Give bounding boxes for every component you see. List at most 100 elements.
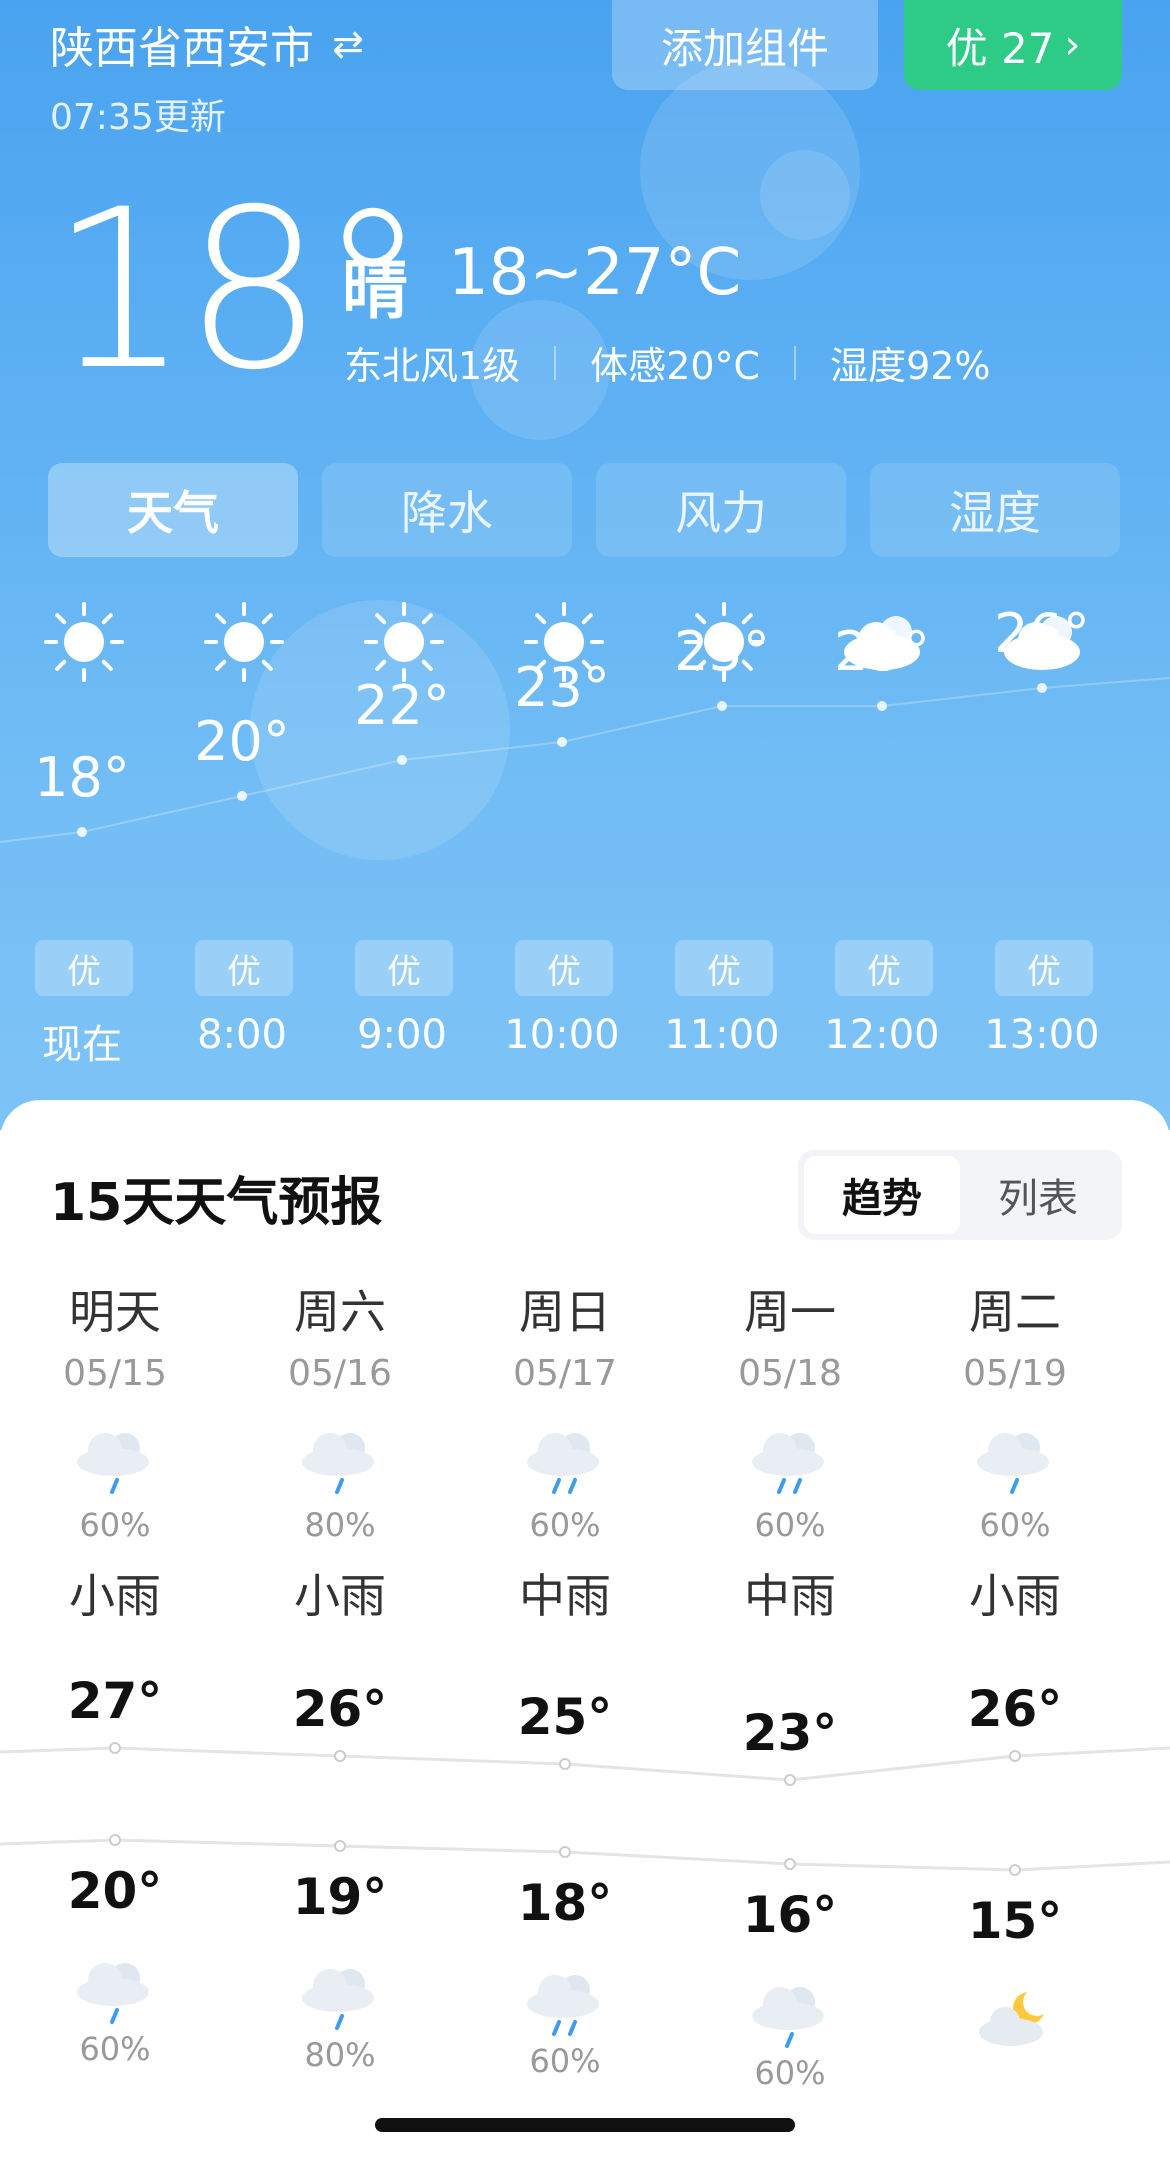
weather-app: 陕西省西安市 ⇄ 07:35更新 添加组件 优 27 › 18° 晴 18~27… [0,0,1170,2162]
night-precip-chance: 60% [529,2042,601,2080]
hourly-time: 11:00 [664,1012,780,1058]
aqi-badge: 优 [195,940,293,996]
day-date: 05/15 [63,1353,167,1394]
day-condition: 小雨 [69,1569,161,1623]
hourly-temp: 26° [994,602,1090,665]
aqi-label: 优 27 [945,23,1055,73]
high-dot [559,1758,571,1770]
light-rain-icon [748,1976,832,2050]
weather-details: 东北风1级 体感20°C 湿度92% [344,335,991,390]
sun-icon [42,600,126,684]
precip-chance: 60% [529,1506,601,1544]
high-dot [109,1742,121,1754]
tab-weather[interactable]: 天气 [48,463,298,557]
day-name: 周二 [969,1285,1061,1339]
temp-dot [717,701,727,711]
low-dot [784,1858,796,1870]
hourly-temp: 25° [834,620,930,683]
day-date: 05/19 [963,1353,1067,1394]
day-condition: 小雨 [969,1569,1061,1623]
location-selector[interactable]: 陕西省西安市 ⇄ [50,12,364,76]
wind-text: 东北风1级 [344,344,521,388]
precip-chance: 60% [754,1506,826,1544]
hourly-forecast[interactable]: 18° 优 现在 20° 优 8:00 22° 优 9:00 23° 优 10:… [0,600,1170,1080]
high-dot [784,1774,796,1786]
current-condition-row: 晴 18~27°C [342,236,741,332]
add-widget-button[interactable]: 添加组件 [612,0,878,90]
hourly-time: 10:00 [504,1012,620,1058]
day-item[interactable]: 周六 05/16 80% 小雨 26° 19° 80% [240,1280,440,2160]
day-condition: 中雨 [744,1569,836,1623]
aqi-badge: 优 [35,940,133,996]
light-rain-icon [73,1422,157,1496]
daily-forecast[interactable]: 明天 05/15 60% 小雨 27° 20° 60% 周六 05/16 80%… [0,1280,1170,2160]
day-item[interactable]: 周二 05/19 60% 小雨 26° 15° [915,1280,1115,2160]
moderate-rain-icon [523,1422,607,1496]
temp-dot [1037,683,1047,693]
condition-text: 晴 [342,251,408,328]
high-temp: 27° [67,1672,163,1730]
trend-toggle[interactable]: 趋势 [804,1156,960,1234]
high-temp: 26° [967,1680,1063,1738]
hourly-time: 12:00 [824,1012,940,1058]
precip-chance: 60% [979,1506,1051,1544]
tab-humidity[interactable]: 湿度 [870,463,1120,557]
moderate-rain-icon [748,1422,832,1496]
tab-wind[interactable]: 风力 [596,463,846,557]
hourly-time: 8:00 [197,1012,287,1058]
location-name: 陕西省西安市 [50,23,314,74]
temp-dot [77,827,87,837]
forecast-title: 15天天气预报 [50,1173,383,1233]
day-condition: 中雨 [519,1569,611,1623]
night-precip-chance: 60% [754,2054,826,2092]
aqi-badge: 优 [355,940,453,996]
divider [554,345,557,380]
day-date: 05/18 [738,1353,842,1394]
low-dot [109,1834,121,1846]
night-precip-chance: 80% [304,2036,376,2074]
low-dot [559,1846,571,1858]
humidity-text: 湿度92% [830,344,991,388]
low-temp: 15° [967,1892,1063,1950]
high-dot [334,1750,346,1762]
update-time: 07:35更新 [50,97,226,138]
day-date: 05/17 [513,1353,617,1394]
temp-range: 18~27°C [448,236,742,310]
day-condition: 小雨 [294,1569,386,1623]
home-indicator[interactable] [375,2118,795,2132]
aqi-badge: 优 [515,940,613,996]
light-rain-icon [73,1952,157,2026]
forecast-card: 15天天气预报 趋势 列表 明天 05/15 60% 小雨 27° 20° 60… [0,1100,1170,2162]
day-date: 05/16 [288,1353,392,1394]
hourly-temp: 23° [514,656,610,719]
day-item[interactable]: 周一 05/18 60% 中雨 23° 16° 60% [690,1280,890,2160]
hourly-temp: 22° [354,674,450,737]
light-rain-icon [298,1422,382,1496]
temp-dot [397,755,407,765]
hourly-time: 13:00 [984,1012,1100,1058]
temp-dot [237,791,247,801]
aqi-button[interactable]: 优 27 › [904,0,1122,90]
precip-chance: 60% [79,1506,151,1544]
tab-precipitation[interactable]: 降水 [322,463,572,557]
high-temp: 26° [292,1680,388,1738]
low-dot [334,1840,346,1852]
day-name: 明天 [69,1285,161,1339]
hourly-tabs: 天气 降水 风力 湿度 [48,463,1120,557]
low-temp: 20° [67,1862,163,1920]
hourly-time: 9:00 [357,1012,447,1058]
day-item[interactable]: 明天 05/15 60% 小雨 27° 20° 60% [15,1280,215,2160]
sun-icon [202,600,286,684]
aqi-badge: 优 [995,940,1093,996]
night-precip-chance: 60% [79,2030,151,2068]
light-rain-icon [973,1422,1057,1496]
precip-chance: 80% [304,1506,376,1544]
swap-location-icon[interactable]: ⇄ [332,22,364,66]
low-temp: 16° [742,1886,838,1944]
current-weather-panel: 陕西省西安市 ⇄ 07:35更新 添加组件 优 27 › 18° 晴 18~27… [0,0,1170,1130]
list-toggle[interactable]: 列表 [960,1156,1116,1234]
aqi-badge: 优 [675,940,773,996]
day-item[interactable]: 周日 05/17 60% 中雨 25° 18° 60% [465,1280,665,2160]
light-rain-icon [298,1958,382,2032]
feels-like-text: 体感20°C [590,344,761,388]
